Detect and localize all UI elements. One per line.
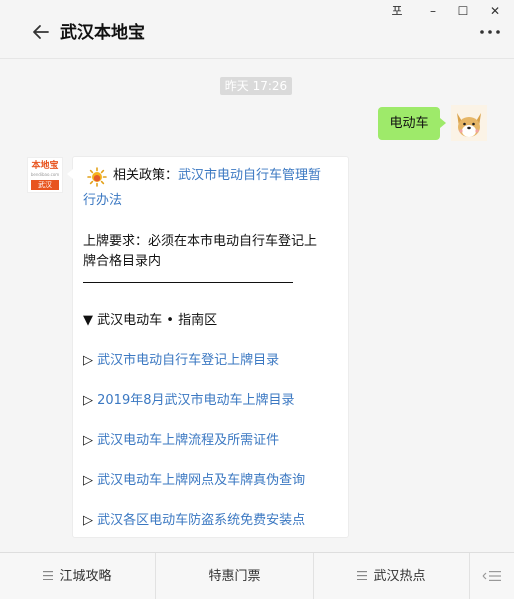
guide-link-1[interactable]: ▷ 武汉市电动自行车登记上牌目录 bbox=[83, 351, 341, 371]
guide-link-2[interactable]: ▷ 2019年8月武汉市电动车上牌目录 bbox=[83, 391, 341, 411]
avatar-logo-area: 本地宝 bendibao.com bbox=[28, 158, 62, 180]
link-arrow-icon: ▷ bbox=[83, 513, 93, 528]
requirement-text-2: 牌合格目录内 bbox=[83, 254, 162, 269]
more-options-icon[interactable] bbox=[478, 26, 502, 38]
sent-message-bubble[interactable]: 电动车 bbox=[378, 107, 446, 140]
guide-link-5[interactable]: ▷ 武汉各区电动车防盗系统免费安装点 bbox=[83, 511, 341, 531]
official-account-avatar[interactable]: 本地宝 bendibao.com 武汉 bbox=[27, 157, 63, 193]
user-avatar[interactable] bbox=[451, 105, 487, 141]
avatar-city: 武汉 bbox=[31, 180, 59, 190]
link-arrow-icon: ▷ bbox=[83, 353, 93, 368]
title-bar: 포 – ☐ ✕ 武汉本地宝 bbox=[0, 0, 514, 58]
guide-link-text[interactable]: 武汉电动车上牌网点及车牌真伪查询 bbox=[97, 473, 305, 488]
policy-line: 相关政策：武汉市电动自行车管理暂 bbox=[113, 166, 343, 186]
avatar-logo: 本地宝 bbox=[31, 161, 59, 171]
guide-section-header: ▼ 武汉电动车 • 指南区 bbox=[83, 313, 218, 328]
close-button[interactable]: ✕ bbox=[480, 2, 510, 20]
menu-item-discount-tickets[interactable]: 特惠门票 bbox=[156, 553, 313, 599]
keyboard-switch-icon[interactable] bbox=[482, 570, 502, 582]
guide-link-3[interactable]: ▷ 武汉电动车上牌流程及所需证件 bbox=[83, 431, 341, 451]
reply-message-card: 相关政策：武汉市电动自行车管理暂 行办法 上牌要求：必须在本市电动自行车登记上 … bbox=[67, 156, 349, 538]
hamburger-icon bbox=[43, 571, 54, 580]
guide-link-text[interactable]: 2019年8月武汉市电动车上牌目录 bbox=[97, 393, 294, 408]
section-divider bbox=[83, 282, 293, 283]
guide-link-text[interactable]: 武汉各区电动车防盗系统免费安装点 bbox=[97, 513, 305, 528]
policy-link[interactable]: 武汉市电动自行车管理暂 bbox=[178, 168, 321, 183]
menu-separator bbox=[469, 553, 470, 599]
chat-title: 武汉本地宝 bbox=[60, 23, 145, 43]
avatar-subtext: bendibao.com bbox=[30, 172, 60, 177]
hamburger-icon bbox=[357, 571, 368, 580]
menu-item-label: 武汉热点 bbox=[373, 569, 426, 584]
requirement-text-1: 上牌要求：必须在本市电动自行车登记上 bbox=[83, 234, 318, 249]
menu-item-label: 江城攻略 bbox=[59, 569, 112, 584]
link-arrow-icon: ▷ bbox=[83, 393, 93, 408]
menu-item-label: 特惠门票 bbox=[208, 569, 261, 584]
menu-item-wuhan-hotspots[interactable]: 武汉热点 bbox=[314, 553, 469, 599]
guide-link-4[interactable]: ▷ 武汉电动车上牌网点及车牌真伪查询 bbox=[83, 471, 341, 491]
policy-link-continued[interactable]: 行办法 bbox=[83, 191, 341, 211]
link-arrow-icon: ▷ bbox=[83, 433, 93, 448]
pin-icon[interactable]: 포 bbox=[382, 2, 412, 20]
message-timestamp: 昨天 17:26 bbox=[220, 77, 292, 95]
maximize-button[interactable]: ☐ bbox=[448, 2, 478, 20]
back-arrow-icon[interactable] bbox=[30, 21, 52, 43]
menu-item-jiangcheng-guide[interactable]: 江城攻略 bbox=[0, 553, 155, 599]
minimize-button[interactable]: – bbox=[418, 2, 448, 20]
guide-link-text[interactable]: 武汉电动车上牌流程及所需证件 bbox=[97, 433, 279, 448]
sun-icon bbox=[87, 167, 107, 187]
chat-area[interactable]: 昨天 17:26 电动车 本地宝 bendibao.com 武汉 相关政策：武汉… bbox=[0, 58, 514, 552]
guide-link-text[interactable]: 武汉市电动自行车登记上牌目录 bbox=[97, 353, 279, 368]
account-menu-bar: 江城攻略 特惠门票 武汉热点 bbox=[0, 552, 514, 599]
policy-label: 相关政策： bbox=[113, 168, 179, 183]
link-arrow-icon: ▷ bbox=[83, 473, 93, 488]
